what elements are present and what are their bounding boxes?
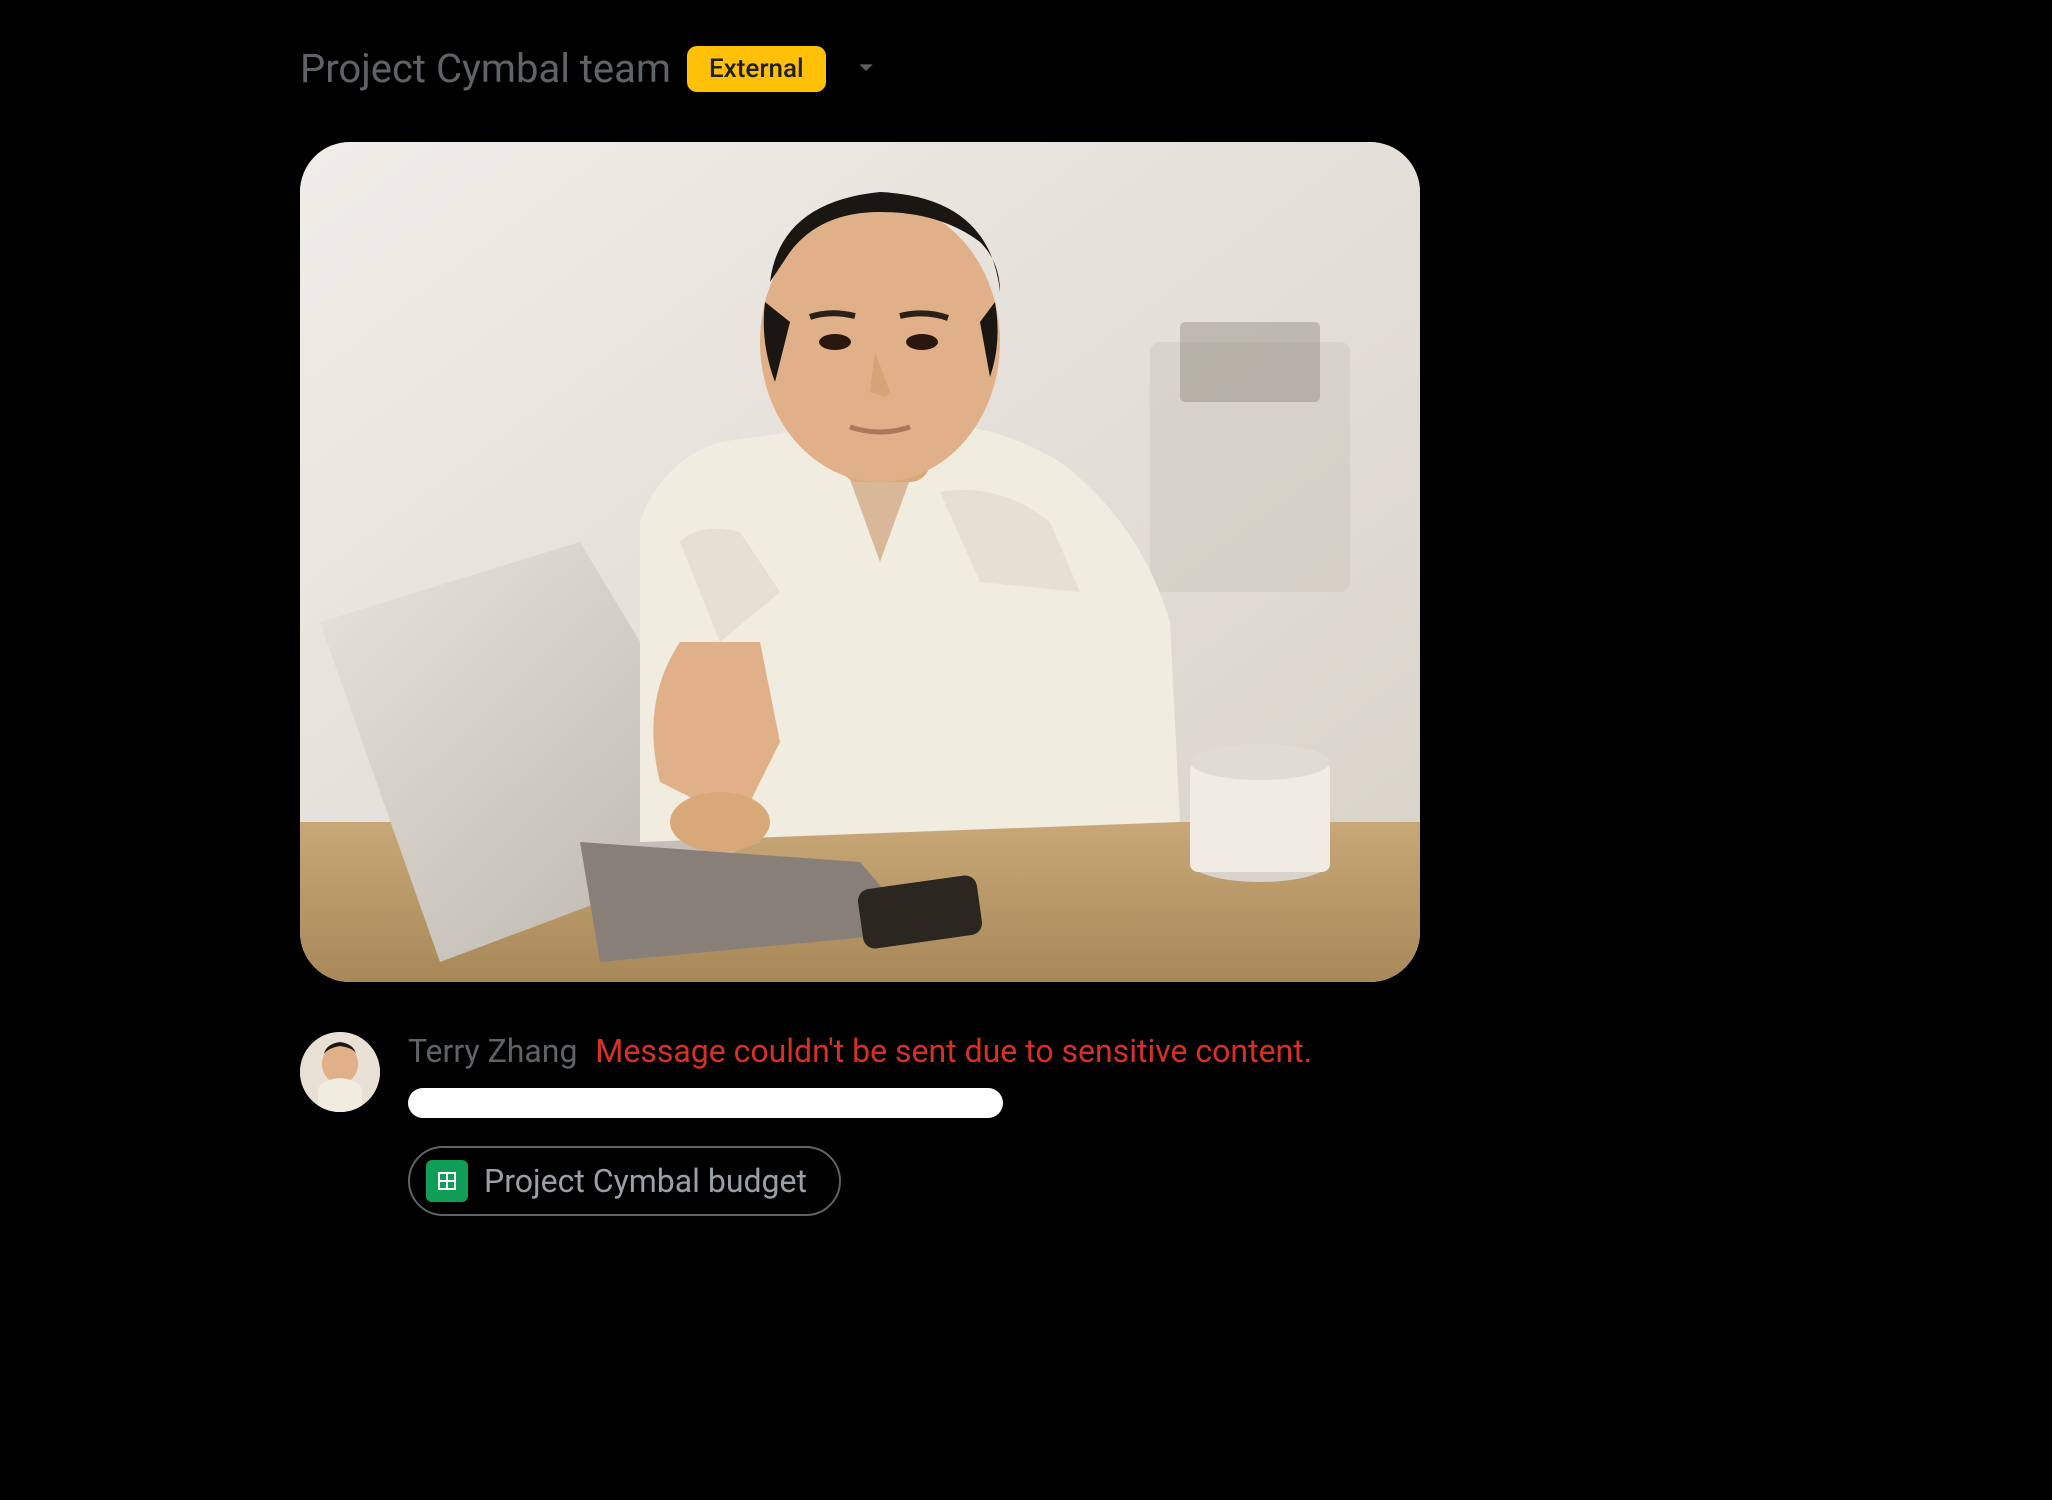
- message-row: Terry Zhang Message couldn't be sent due…: [300, 1032, 1500, 1216]
- message-content: Terry Zhang Message couldn't be sent due…: [408, 1032, 1500, 1216]
- chat-title[interactable]: Project Cymbal team: [300, 45, 671, 92]
- attachment-name: Project Cymbal budget: [484, 1162, 807, 1200]
- chat-header: Project Cymbal team External: [300, 45, 1500, 92]
- hero-photo: [300, 142, 1420, 982]
- message-header: Terry Zhang Message couldn't be sent due…: [408, 1032, 1500, 1070]
- external-badge: External: [687, 46, 826, 92]
- avatar[interactable]: [300, 1032, 380, 1112]
- redacted-content: [408, 1088, 1003, 1118]
- chevron-down-icon[interactable]: [850, 51, 882, 87]
- dlp-error-message: Message couldn't be sent due to sensitiv…: [595, 1032, 1312, 1070]
- google-sheets-icon: [426, 1160, 468, 1202]
- attachment-chip[interactable]: Project Cymbal budget: [408, 1146, 841, 1216]
- sender-name: Terry Zhang: [408, 1032, 577, 1070]
